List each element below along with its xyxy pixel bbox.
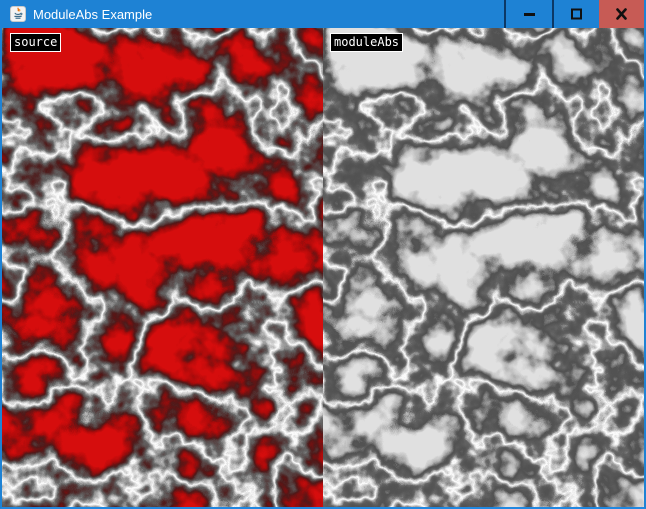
app-window: ModuleAbs Example [0, 0, 646, 509]
minimize-icon [507, 0, 552, 28]
minimize-button[interactable] [506, 0, 552, 28]
moduleabs-label: moduleAbs [330, 33, 403, 52]
noise-render [2, 28, 644, 507]
render-area: source moduleAbs [2, 28, 644, 507]
close-icon [599, 0, 644, 28]
window-title: ModuleAbs Example [33, 7, 504, 22]
moduleabs-render [323, 28, 644, 507]
caption-buttons [504, 0, 644, 28]
source-render [2, 28, 323, 507]
source-label: source [10, 33, 61, 52]
titlebar[interactable]: ModuleAbs Example [2, 0, 644, 28]
maximize-icon [554, 0, 599, 28]
maximize-button[interactable] [554, 0, 599, 28]
close-button[interactable] [599, 0, 644, 28]
java-icon [10, 6, 26, 22]
